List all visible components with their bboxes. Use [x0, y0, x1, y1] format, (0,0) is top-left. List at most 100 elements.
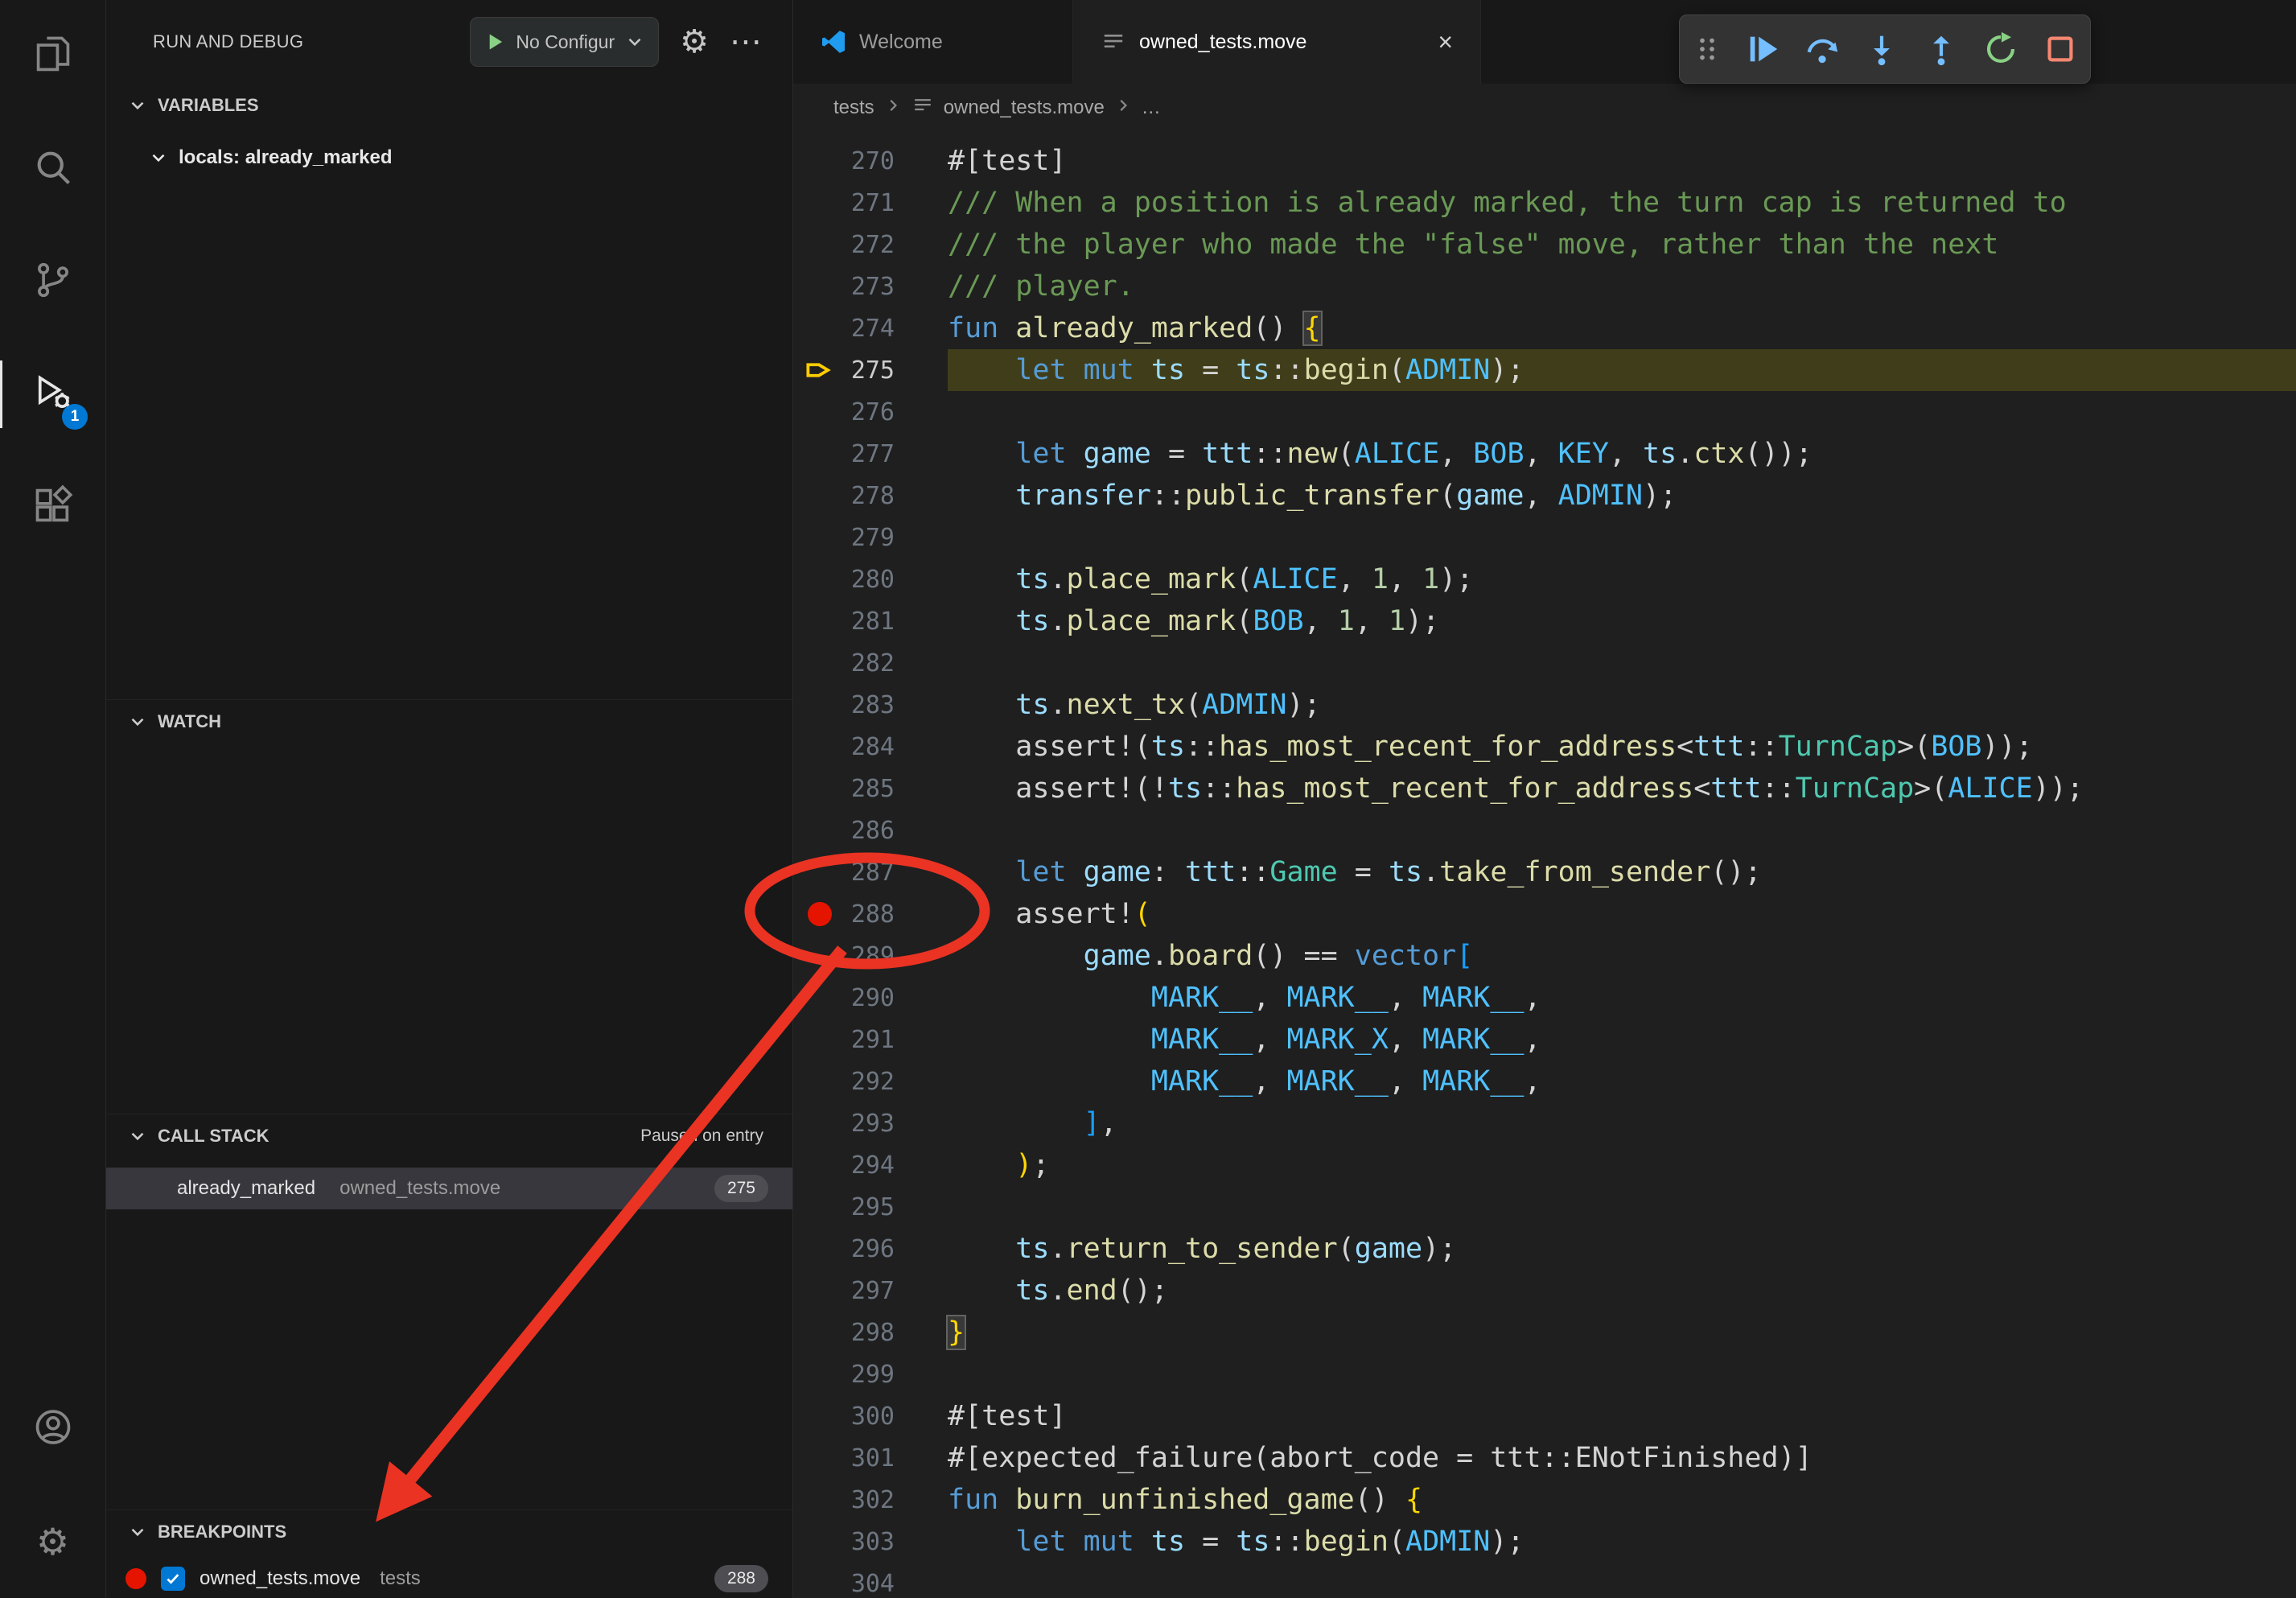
- code-line-text: #[test]: [948, 140, 2296, 182]
- gutter-breakpoint-area[interactable]: [801, 1479, 838, 1521]
- activity-settings[interactable]: ⚙: [0, 1485, 105, 1598]
- variables-header[interactable]: VARIABLES: [106, 84, 792, 127]
- step-out-button[interactable]: [1923, 31, 1960, 68]
- debug-settings-gear-icon[interactable]: ⚙: [680, 26, 709, 58]
- gutter-breakpoint-area[interactable]: [801, 1061, 838, 1102]
- code-line: 302fun burn_unfinished_game() {: [793, 1479, 2296, 1521]
- line-number: 296: [838, 1235, 895, 1263]
- code-line-text: /// player.: [948, 266, 2296, 307]
- breakpoints-header[interactable]: BREAKPOINTS: [106, 1509, 792, 1554]
- gutter-breakpoint-area[interactable]: [801, 1228, 838, 1270]
- gutter-breakpoint-area[interactable]: [801, 1312, 838, 1353]
- gutter-breakpoint-area[interactable]: [801, 307, 838, 349]
- code-line-text: game.board() == vector[: [948, 935, 2296, 977]
- code-area: 270#[test]271/// When a position is alre…: [793, 132, 2296, 1598]
- gutter-breakpoint-area[interactable]: [801, 475, 838, 517]
- breadcrumb-folder[interactable]: tests: [833, 97, 874, 119]
- gutter-breakpoint-area[interactable]: [801, 1353, 838, 1395]
- code-line: 303 let mut ts = ts::begin(ADMIN);: [793, 1521, 2296, 1563]
- gutter-breakpoint-area[interactable]: [801, 768, 838, 809]
- gutter-breakpoint-area[interactable]: [801, 1102, 838, 1144]
- gutter-breakpoint-area[interactable]: [801, 1019, 838, 1061]
- activity-source-control[interactable]: [0, 225, 105, 338]
- breakpoint-checkbox[interactable]: [161, 1567, 185, 1591]
- debug-config-dropdown[interactable]: No Configur: [470, 17, 659, 67]
- stop-button[interactable]: [2042, 31, 2079, 68]
- activity-accounts[interactable]: [0, 1373, 105, 1485]
- line-number: 282: [838, 649, 895, 678]
- line-number: 304: [838, 1570, 895, 1598]
- code-line: 297 ts.end();: [793, 1270, 2296, 1312]
- gutter-breakpoint-area[interactable]: [801, 433, 838, 475]
- call-stack-header[interactable]: CALL STACK Paused on entry: [106, 1114, 792, 1158]
- line-number: 299: [838, 1361, 895, 1389]
- gutter-breakpoint-area[interactable]: [801, 726, 838, 768]
- breakpoint-folder: tests: [380, 1567, 421, 1590]
- line-number: 283: [838, 691, 895, 719]
- activity-extensions[interactable]: [0, 451, 105, 563]
- gutter-breakpoint-area[interactable]: [801, 642, 838, 684]
- gutter-breakpoint-area[interactable]: [801, 558, 838, 600]
- gutter-breakpoint-area[interactable]: [801, 182, 838, 224]
- gutter-breakpoint-area[interactable]: [801, 1270, 838, 1312]
- continue-button[interactable]: [1744, 31, 1781, 68]
- code-line: 288 assert!(: [793, 893, 2296, 935]
- breadcrumb-more[interactable]: …: [1142, 97, 1161, 119]
- gutter-breakpoint-area[interactable]: [801, 977, 838, 1019]
- gutter-breakpoint-area[interactable]: [801, 1395, 838, 1437]
- gutter-breakpoint-area[interactable]: [801, 349, 838, 391]
- breakpoint-list-item[interactable]: owned_tests.move tests 288: [106, 1560, 792, 1597]
- gutter-breakpoint-area[interactable]: [801, 809, 838, 851]
- gear-icon: ⚙: [36, 1523, 69, 1560]
- gutter-breakpoint-area[interactable]: [801, 684, 838, 726]
- gutter-breakpoint-area[interactable]: [801, 140, 838, 182]
- code-line-text: [948, 642, 2296, 684]
- activity-explorer[interactable]: [0, 0, 105, 113]
- activity-search[interactable]: [0, 113, 105, 225]
- gutter-breakpoint-area[interactable]: [801, 600, 838, 642]
- code-line-text: MARK__, MARK__, MARK__,: [948, 977, 2296, 1019]
- gutter-breakpoint-area[interactable]: [801, 851, 838, 893]
- activity-run-and-debug[interactable]: 1: [0, 338, 105, 451]
- gutter-breakpoint-area[interactable]: [801, 224, 838, 266]
- line-number: 271: [838, 189, 895, 217]
- line-number: 290: [838, 984, 895, 1012]
- debug-current-line-arrow: [805, 356, 834, 385]
- restart-button[interactable]: [1982, 31, 2019, 68]
- gutter-breakpoint-area[interactable]: [801, 1144, 838, 1186]
- gutter-breakpoint-area[interactable]: [801, 1563, 838, 1598]
- tab-welcome[interactable]: Welcome: [793, 0, 1073, 84]
- code-line-text: let mut ts = ts::begin(ADMIN);: [948, 1521, 2296, 1563]
- line-number: 274: [838, 315, 895, 343]
- step-into-button[interactable]: [1863, 31, 1900, 68]
- gutter-breakpoint-area[interactable]: [801, 1521, 838, 1563]
- gutter-breakpoint-area[interactable]: [801, 391, 838, 433]
- watch-header[interactable]: WATCH: [106, 699, 792, 743]
- gutter-breakpoint-area[interactable]: [801, 266, 838, 307]
- line-number: 288: [838, 900, 895, 929]
- gutter-breakpoint-area[interactable]: [801, 935, 838, 977]
- gutter-breakpoint-area[interactable]: [801, 893, 838, 935]
- breadcrumb-file[interactable]: owned_tests.move: [944, 97, 1105, 119]
- gutter-breakpoint-area[interactable]: [801, 1437, 838, 1479]
- more-actions-icon[interactable]: ⋯: [730, 26, 762, 58]
- line-number: 284: [838, 733, 895, 761]
- stack-frame-row[interactable]: already_marked owned_tests.move 275: [106, 1168, 792, 1209]
- code-line-text: #[test]: [948, 1395, 2296, 1437]
- step-over-button[interactable]: [1804, 31, 1841, 68]
- code-line: 287 let game: ttt::Game = ts.take_from_s…: [793, 851, 2296, 893]
- chevron-down-icon: [127, 711, 148, 732]
- gutter-breakpoint-area[interactable]: [801, 517, 838, 558]
- start-debug-icon[interactable]: [483, 31, 506, 53]
- breakpoint-dot[interactable]: [808, 902, 832, 926]
- breakpoint-line-badge: 288: [714, 1565, 768, 1592]
- tab-owned-tests-move[interactable]: owned_tests.move ×: [1073, 0, 1481, 84]
- drag-handle-icon[interactable]: [1693, 35, 1722, 64]
- gutter-breakpoint-area[interactable]: [801, 1186, 838, 1228]
- debug-badge: 1: [62, 404, 88, 430]
- variables-scope-locals[interactable]: locals: already_marked: [106, 138, 792, 177]
- code-line: 283 ts.next_tx(ADMIN);: [793, 684, 2296, 726]
- line-number: 278: [838, 482, 895, 510]
- debug-sidebar: RUN AND DEBUG No Configur ⚙ ⋯ VARIABLES: [106, 0, 793, 1598]
- close-icon[interactable]: ×: [1438, 29, 1453, 55]
